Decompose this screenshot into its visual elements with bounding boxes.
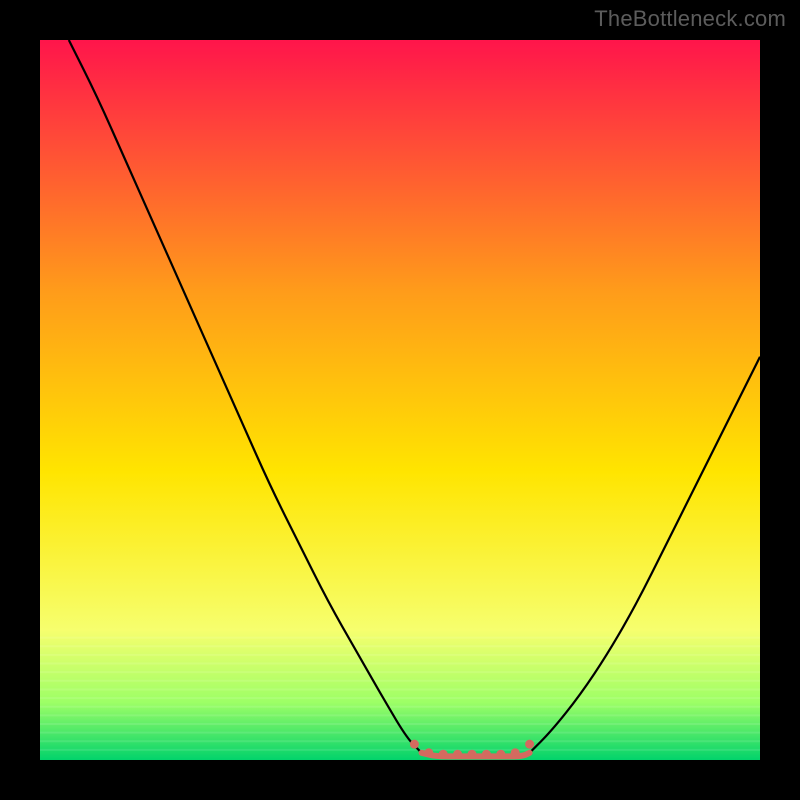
highlight-dot xyxy=(468,750,477,759)
plot-area xyxy=(40,40,760,760)
highlight-dot xyxy=(511,748,520,757)
highlight-dot xyxy=(410,740,419,749)
chart-frame: TheBottleneck.com xyxy=(0,0,800,800)
chart-svg xyxy=(40,40,760,760)
highlight-dot xyxy=(424,748,433,757)
highlight-dot xyxy=(482,750,491,759)
gradient-background xyxy=(40,40,760,760)
highlight-dot xyxy=(525,740,534,749)
highlight-dot xyxy=(496,750,505,759)
highlight-dot xyxy=(439,750,448,759)
highlight-dot xyxy=(453,750,462,759)
watermark-text: TheBottleneck.com xyxy=(594,6,786,32)
